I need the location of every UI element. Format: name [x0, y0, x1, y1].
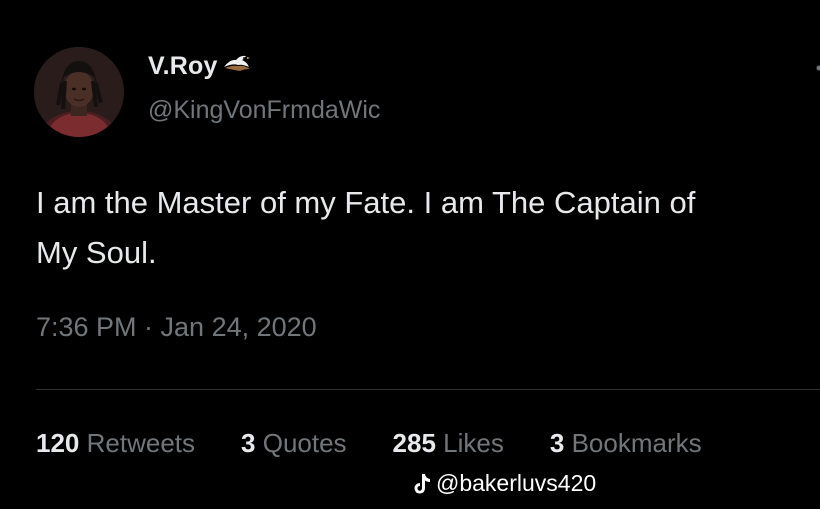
avatar[interactable] — [34, 47, 124, 137]
stat-count: 3 — [549, 428, 565, 458]
likes-stat[interactable]: 285 Likes — [393, 428, 504, 459]
stat-count: 285 — [392, 428, 436, 458]
avatar-photo — [34, 47, 124, 137]
quotes-stat[interactable]: 3 Quotes — [241, 428, 347, 459]
watermark-text: @bakerluvs420 — [436, 470, 597, 496]
tweet-card: V.Roy @KingVonFrmdaWic I am the Master o… — [0, 0, 820, 509]
display-name[interactable]: V.Roy — [148, 52, 218, 81]
bookmarks-stat[interactable]: 3 Bookmarks — [550, 428, 702, 459]
author-name-row[interactable]: V.Roy — [148, 52, 252, 81]
tiktok-watermark: @bakerluvs420 — [411, 470, 596, 497]
eagle-icon — [220, 47, 252, 79]
stat-label: Bookmarks — [571, 428, 702, 458]
tweet-text-line: My Soul. — [36, 235, 157, 270]
tiktok-icon — [411, 472, 433, 496]
user-handle[interactable]: @KingVonFrmdaWic — [148, 96, 380, 125]
retweets-stat[interactable]: 120 Retweets — [36, 428, 195, 459]
tweet-text-line: I am the Master of my Fate. I am The Cap… — [36, 185, 696, 220]
tweet-text: I am the Master of my Fate. I am The Cap… — [36, 178, 820, 278]
tweet-timestamp[interactable]: 7:36 PM · Jan 24, 2020 — [36, 312, 317, 343]
stat-count: 3 — [241, 428, 256, 458]
stat-count: 120 — [36, 428, 80, 458]
engagement-stats: 120 Retweets 3 Quotes 285 Likes 3 Bookma… — [36, 428, 702, 459]
divider — [36, 389, 820, 390]
stat-label: Retweets — [86, 428, 196, 458]
more-options-icon[interactable] — [810, 60, 820, 100]
stat-label: Quotes — [262, 428, 347, 458]
stat-label: Likes — [443, 428, 504, 458]
